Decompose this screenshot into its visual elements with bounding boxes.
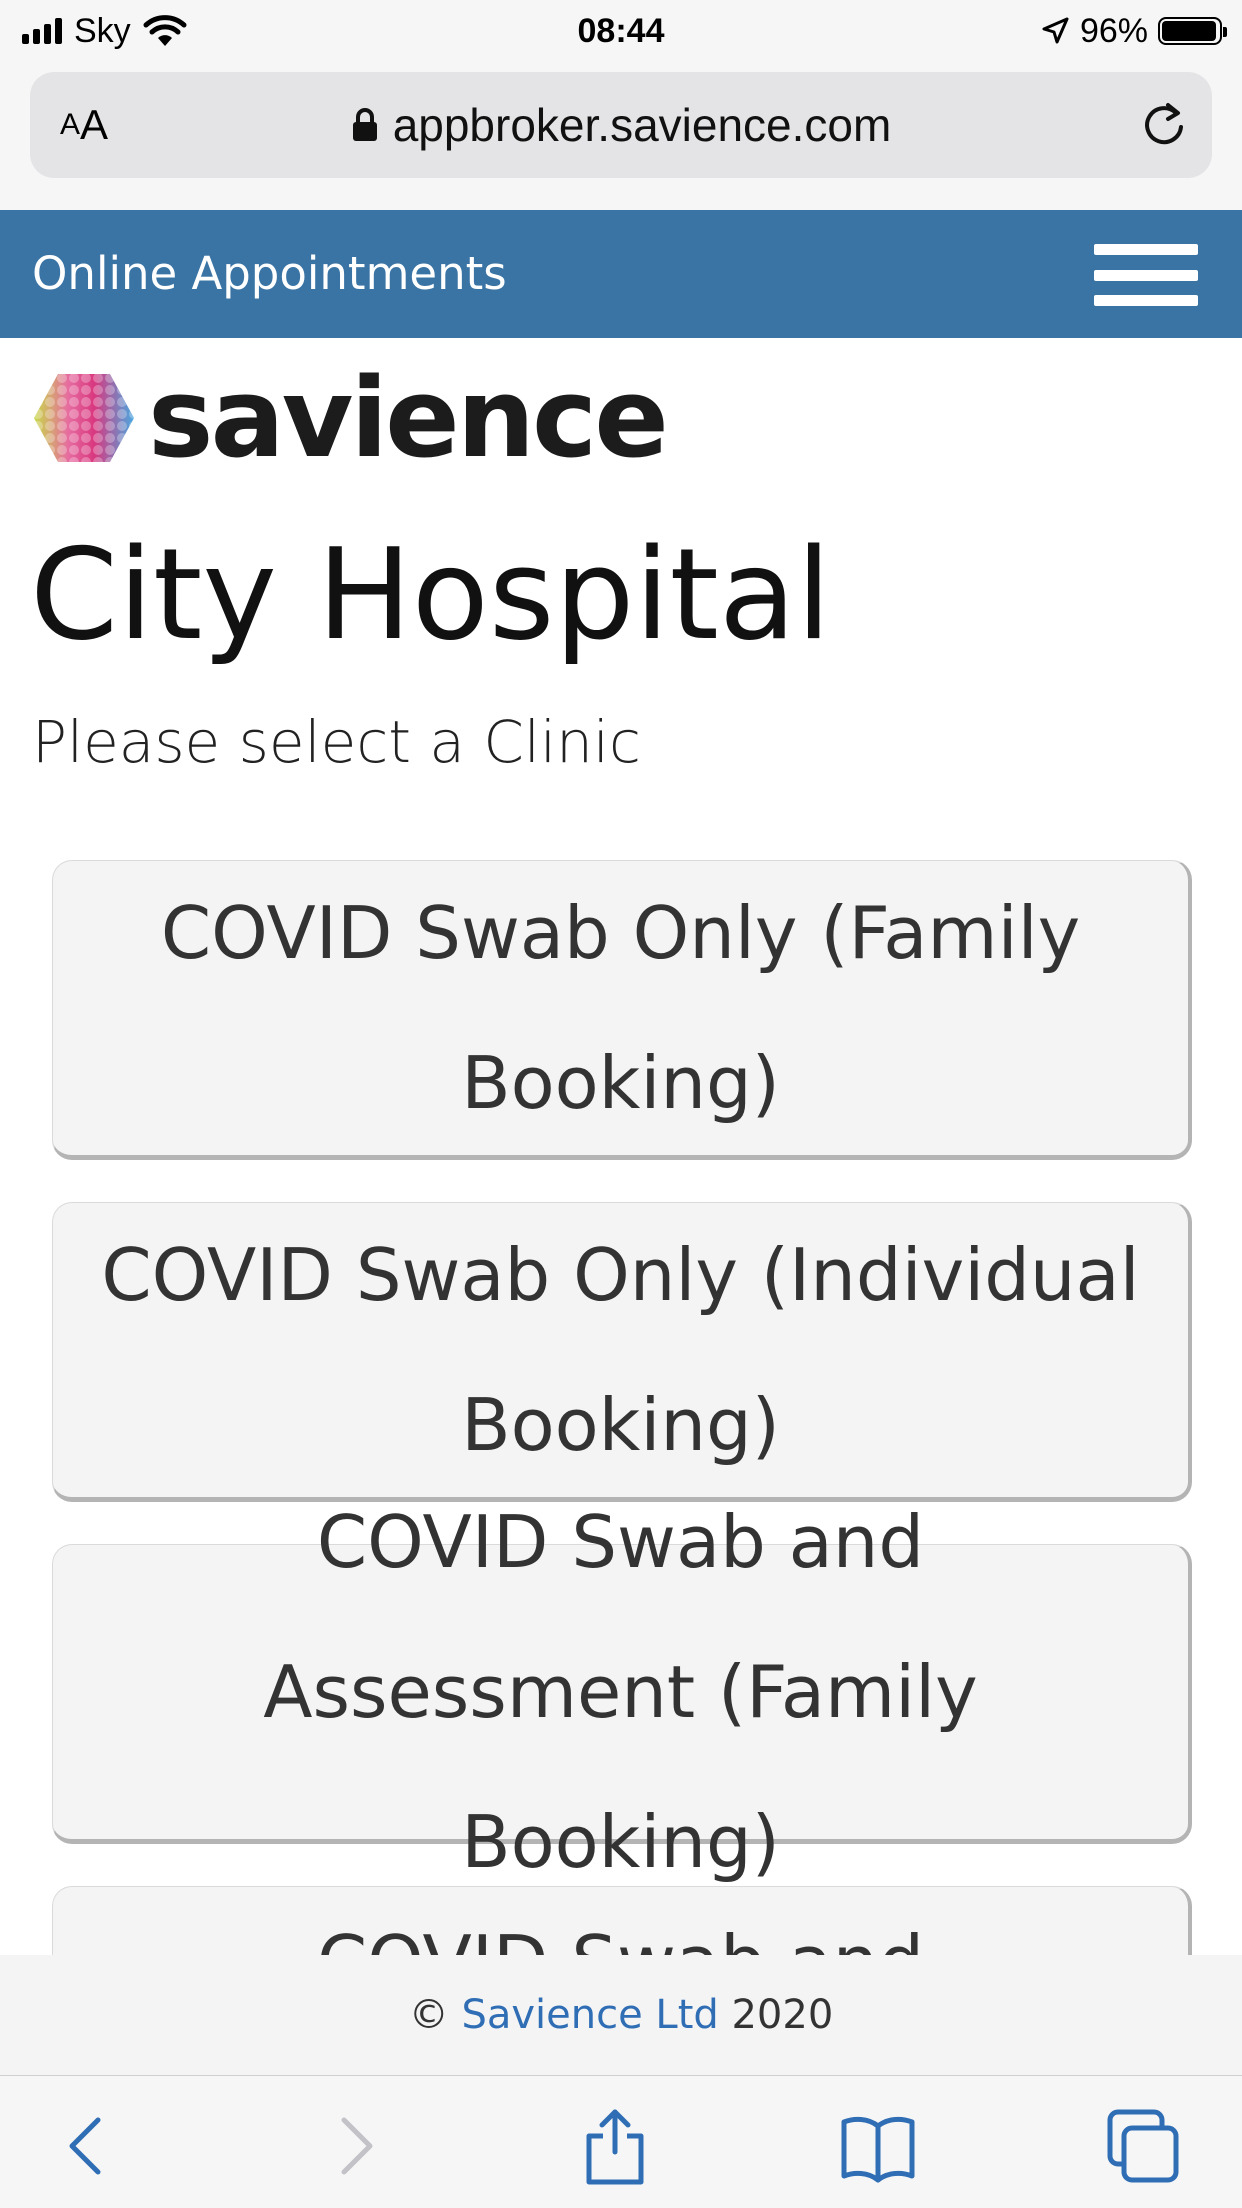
menu-hamburger-icon[interactable] <box>1094 244 1198 306</box>
page-footer: © Savience Ltd 2020 <box>0 1955 1242 2075</box>
bookmarks-icon[interactable] <box>838 2106 918 2186</box>
page-subtitle: Please select a Clinic <box>32 708 641 776</box>
clinic-list: COVID Swab Only (Family Booking) COVID S… <box>0 860 1242 1955</box>
clinic-button-swab-assessment-family[interactable]: COVID Swab and Assessment (Family Bookin… <box>52 1500 1192 1884</box>
hexagon-logo-icon <box>34 374 134 462</box>
clinic-button-swab-assessment-individual[interactable]: COVID Swab and Assessment (Individual Bo… <box>52 1886 1192 1955</box>
clinic-button-swab-family[interactable]: COVID Swab Only (Family Booking) <box>52 860 1192 1160</box>
battery-fill <box>1162 21 1216 41</box>
page-title: City Hospital <box>30 521 832 668</box>
lock-icon <box>352 108 377 141</box>
copyright-symbol: © <box>408 1992 449 2038</box>
battery-percent: 96% <box>1079 11 1148 50</box>
forward-icon[interactable] <box>316 2106 396 2186</box>
browser-address-area: AA appbroker.savience.com <box>0 62 1242 210</box>
clinic-button-swab-individual[interactable]: COVID Swab Only (Individual Booking) <box>52 1202 1192 1502</box>
browser-toolbar <box>0 2075 1242 2208</box>
logo-wordmark: savience <box>148 354 669 482</box>
url-text: appbroker.savience.com <box>392 99 892 151</box>
status-right: 96% <box>1040 10 1227 52</box>
savience-logo: savience <box>32 354 669 482</box>
battery-icon <box>1158 17 1227 45</box>
status-bar: Sky 08:44 96% <box>0 0 1242 62</box>
share-icon[interactable] <box>575 2106 655 2186</box>
location-arrow-icon <box>1042 17 1069 44</box>
reload-icon[interactable] <box>1138 99 1190 151</box>
url-display[interactable]: appbroker.savience.com <box>30 72 1212 178</box>
back-icon[interactable] <box>46 2106 126 2186</box>
tabs-icon[interactable] <box>1102 2106 1182 2186</box>
site-title[interactable]: Online Appointments <box>32 210 507 338</box>
site-header: Online Appointments <box>0 210 1242 338</box>
address-bar[interactable]: AA appbroker.savience.com <box>30 72 1212 178</box>
footer-year: 2020 <box>731 1992 834 2038</box>
company-link[interactable]: Savience Ltd <box>461 1992 718 2038</box>
